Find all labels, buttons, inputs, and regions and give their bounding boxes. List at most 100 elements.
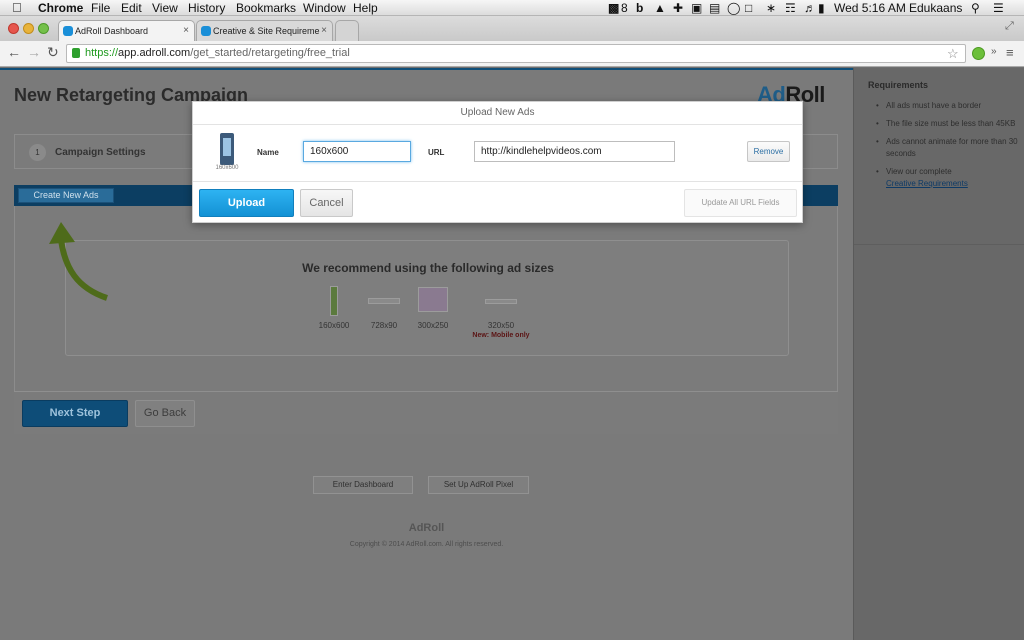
- browser-toolbar: ← → ↻ https://app.adroll.com/get_started…: [0, 41, 1024, 67]
- fullscreen-icon[interactable]: ⤢: [1005, 20, 1014, 33]
- menu-file[interactable]: File: [91, 1, 110, 15]
- requirement-item: View our complete Creative Requirements: [872, 166, 1020, 190]
- footer-logo: AdRoll: [408, 522, 445, 534]
- mobile-only-note: New: Mobile only: [472, 332, 530, 339]
- ad-size-label: 728x90: [370, 321, 398, 330]
- back-arrow-icon[interactable]: ←: [7, 44, 21, 60]
- clipboard-status-icon[interactable]: ▤: [709, 1, 720, 15]
- close-tab-icon[interactable]: ×: [321, 21, 327, 41]
- battery-icon[interactable]: ▮: [818, 1, 825, 15]
- go-back-button[interactable]: Go Back: [135, 400, 195, 427]
- ad-size-label: 160x600: [318, 321, 350, 330]
- lock-icon: [72, 48, 80, 58]
- ad-url-input[interactable]: [474, 141, 675, 162]
- chrome-menu-icon[interactable]: ≡: [1006, 45, 1014, 60]
- plus-status-icon[interactable]: ✚: [673, 1, 683, 15]
- ad-size-label: 300x250: [417, 321, 449, 330]
- sidebar-divider: [854, 244, 1024, 245]
- update-all-url-fields-button[interactable]: Update All URL Fields: [684, 189, 797, 217]
- green-arrow-icon: [49, 222, 109, 301]
- bookmark-star-icon[interactable]: ☆: [947, 45, 959, 62]
- selection-status-icon[interactable]: □: [745, 1, 752, 15]
- ad-thumb-300x250: [418, 287, 448, 312]
- new-tab-button[interactable]: [335, 20, 359, 41]
- drive-status-icon[interactable]: ▲: [654, 1, 666, 15]
- setup-pixel-button[interactable]: Set Up AdRoll Pixel: [428, 476, 529, 494]
- recommend-title: We recommend using the following ad size…: [302, 261, 554, 275]
- adroll-favicon-icon: [201, 26, 211, 36]
- ad-name-input[interactable]: [303, 141, 411, 162]
- create-new-ads-button[interactable]: Create New Ads: [18, 188, 114, 203]
- top-accent-bar: [0, 68, 853, 70]
- menu-history[interactable]: History: [188, 1, 225, 15]
- url-scheme: https://: [85, 47, 119, 59]
- next-step-button[interactable]: Next Step: [22, 400, 128, 427]
- volume-icon[interactable]: ♬: [804, 1, 816, 15]
- tab-creative-requirements[interactable]: Creative & Site Requireme ×: [196, 20, 333, 41]
- upload-button[interactable]: Upload: [199, 189, 294, 217]
- requirement-item: All ads must have a border: [872, 100, 1020, 112]
- requirements-list: All ads must have a border The file size…: [872, 100, 1020, 196]
- creative-requirements-link[interactable]: Creative Requirements: [886, 179, 968, 188]
- wifi-icon[interactable]: ☶: [785, 1, 796, 15]
- screen-status-icon[interactable]: ▣: [691, 1, 702, 15]
- mac-menu-bar:  Chrome File Edit View History Bookmark…: [0, 0, 1024, 16]
- modal-title: Upload New Ads: [193, 102, 802, 125]
- upload-ads-modal: Upload New Ads 160x600 Name URL Remove U…: [192, 101, 803, 223]
- adobe-status-icon[interactable]: ▩: [608, 1, 619, 15]
- bluetooth-icon[interactable]: ∗: [766, 1, 776, 15]
- enter-dashboard-button[interactable]: Enter Dashboard: [313, 476, 413, 494]
- menu-edit[interactable]: Edit: [121, 1, 142, 15]
- app-menu[interactable]: Chrome: [38, 1, 83, 15]
- adroll-favicon-icon: [63, 26, 73, 36]
- recommended-sizes-box: We recommend using the following ad size…: [65, 240, 789, 356]
- user-name[interactable]: Edukaans: [909, 1, 962, 15]
- minimize-window-button[interactable]: [23, 23, 34, 34]
- clock-text[interactable]: Wed 5:16 AM: [834, 1, 906, 15]
- forward-arrow-icon[interactable]: →: [27, 44, 41, 60]
- ad-preview-caption: 160x600: [215, 165, 239, 171]
- ad-thumb-160x600: [330, 286, 338, 316]
- url-path: /get_started/retargeting/free_trial: [190, 47, 350, 59]
- url-label: URL: [428, 148, 445, 157]
- step-label[interactable]: Campaign Settings: [55, 147, 146, 158]
- ad-size-label: 320x50: [487, 321, 515, 330]
- tab-title: Creative & Site Requireme: [213, 26, 320, 36]
- menu-help[interactable]: Help: [353, 1, 378, 15]
- browser-tab-strip: AdRoll Dashboard × Creative & Site Requi…: [0, 16, 1024, 41]
- menu-bookmarks[interactable]: Bookmarks: [236, 1, 296, 15]
- url-host: app.adroll.com: [118, 47, 191, 59]
- more-extensions-icon[interactable]: »: [991, 46, 997, 57]
- step-number: 1: [29, 144, 46, 161]
- extension-icon[interactable]: [972, 47, 985, 60]
- ad-upload-row: 160x600 Name URL Remove: [193, 125, 802, 182]
- ad-thumb-728x90: [368, 298, 400, 304]
- apple-menu-icon[interactable]: : [12, 1, 22, 15]
- cancel-button[interactable]: Cancel: [300, 189, 353, 217]
- name-label: Name: [257, 148, 279, 157]
- requirements-heading: Requirements: [868, 80, 929, 90]
- spotlight-search-icon[interactable]: ⚲: [971, 1, 980, 15]
- requirement-item: Ads cannot animate for more than 30 seco…: [872, 136, 1020, 160]
- requirement-item: The file size must be less than 45KB: [872, 118, 1020, 130]
- reload-icon[interactable]: ↻: [47, 44, 59, 61]
- ad-preview-thumbnail: [220, 133, 234, 165]
- notification-center-icon[interactable]: ☰: [993, 1, 1004, 15]
- requirement-text: View our complete: [886, 167, 952, 176]
- close-window-button[interactable]: [8, 23, 19, 34]
- address-bar[interactable]: https://app.adroll.com/get_started/retar…: [66, 44, 966, 63]
- remove-ad-button[interactable]: Remove: [747, 141, 790, 162]
- adobe-count: 8: [621, 1, 628, 15]
- ad-thumb-320x50: [485, 299, 517, 304]
- step-navigation: Next Step Go Back: [14, 391, 838, 434]
- menu-view[interactable]: View: [152, 1, 178, 15]
- clock-status-icon[interactable]: ◯: [727, 1, 740, 15]
- close-tab-icon[interactable]: ×: [183, 21, 189, 41]
- zoom-window-button[interactable]: [38, 23, 49, 34]
- tab-adroll-dashboard[interactable]: AdRoll Dashboard ×: [58, 20, 195, 41]
- requirements-sidebar: Requirements All ads must have a border …: [853, 68, 1024, 640]
- menu-window[interactable]: Window: [303, 1, 346, 15]
- copyright-text: Copyright © 2014 AdRoll.com. All rights …: [349, 541, 504, 548]
- tab-title: AdRoll Dashboard: [75, 26, 149, 36]
- b-status-icon[interactable]: b: [636, 1, 643, 15]
